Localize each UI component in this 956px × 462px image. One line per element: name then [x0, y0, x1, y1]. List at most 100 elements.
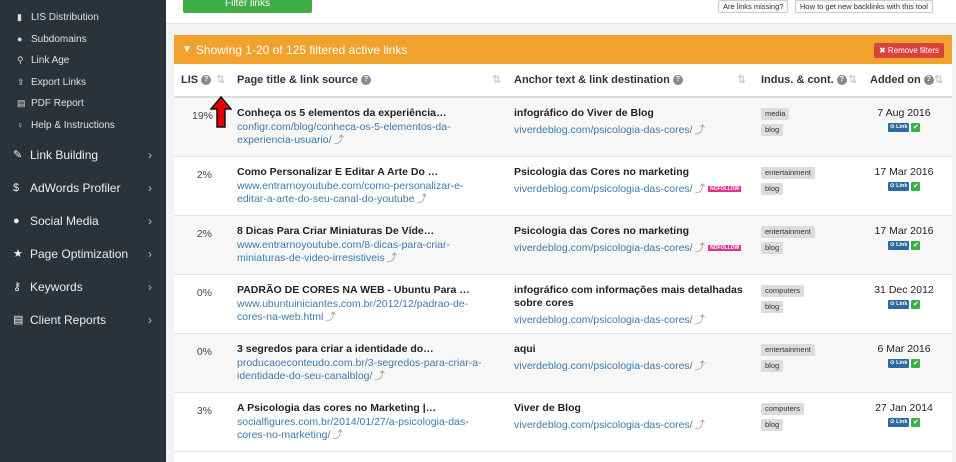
external-link-icon[interactable]: ⤴	[695, 242, 706, 254]
chevron-right-icon: ›	[148, 147, 152, 162]
link-badge: ⊙ Link	[888, 241, 910, 250]
sidebar-item-label: Client Reports	[30, 312, 107, 327]
industry-tags: entertainment blog	[761, 343, 841, 375]
column-anchor[interactable]: Anchor text & link destination?	[514, 74, 683, 86]
column-added[interactable]: Added on?	[870, 74, 934, 86]
sidebar-item-label: AdWords Profiler	[30, 180, 121, 195]
link-destination-url[interactable]: viverdeblog.com/psicologia-das-cores/	[514, 124, 693, 136]
sidebar-item-export-links[interactable]: ⇪ Export Links	[0, 72, 166, 94]
column-label: LIS	[181, 74, 199, 86]
page-title[interactable]: Como Personalizar E Editar A Arte Do …	[237, 166, 487, 178]
sidebar-item-adwords-profiler[interactable]: $ AdWords Profiler ›	[0, 171, 166, 204]
column-industry[interactable]: Indus. & cont.?	[761, 74, 847, 86]
link-source-url[interactable]: socialfigures.com.br/2014/01/27/a-psicol…	[237, 416, 469, 441]
external-link-icon[interactable]: ⤴	[387, 252, 398, 264]
lightbulb-icon: ♀	[17, 120, 24, 131]
link-source-url[interactable]: www.entrarnoyoutube.com/como-personaliza…	[237, 180, 463, 205]
external-link-icon[interactable]: ⤴	[334, 134, 345, 146]
sort-icon[interactable]: ⇅	[216, 73, 225, 86]
page-title[interactable]: PADRÃO DE CORES NA WEB - Ubuntu Para …	[237, 284, 487, 296]
results-count-text: Showing 1-20 of 125 filtered active link…	[195, 42, 408, 57]
sort-icon[interactable]: ⇅	[492, 73, 501, 86]
external-link-icon[interactable]: ⤴	[695, 360, 706, 372]
sidebar-item-help[interactable]: ♀ Help & Instructions	[0, 115, 166, 137]
column-lis[interactable]: LIS?	[181, 74, 212, 86]
sidebar-item-page-optimization[interactable]: ★ Page Optimization ›	[0, 237, 166, 270]
sidebar-item-link-age[interactable]: ⚲ Link Age	[0, 50, 166, 72]
content-tag: blog	[761, 124, 784, 136]
link-destination[interactable]: viverdeblog.com/psicologia-das-cores/⤴	[514, 417, 705, 432]
status-badges: ⊙ Link ✔	[888, 359, 921, 368]
status-badges: ⊙ Link ✔	[888, 123, 921, 132]
help-icon[interactable]: ?	[836, 75, 847, 85]
red-arrow-annotation	[210, 96, 232, 128]
sidebar-item-label: Export Links	[31, 76, 87, 88]
sidebar-item-link-building[interactable]: ✎ Link Building ›	[0, 138, 166, 171]
link-destination[interactable]: viverdeblog.com/psicologia-das-cores/⤴ NO…	[514, 181, 742, 196]
link-destination[interactable]: viverdeblog.com/psicologia-das-cores/⤴ NO…	[514, 240, 742, 255]
link-destination-url[interactable]: viverdeblog.com/psicologia-das-cores/	[514, 314, 693, 326]
sidebar-item-client-reports[interactable]: ▤ Client Reports ›	[0, 303, 166, 336]
sidebar-item-label: Help & Instructions	[31, 119, 115, 131]
sort-icon[interactable]: ⇅	[934, 73, 943, 86]
links-missing-button[interactable]: Are links missing?	[718, 0, 789, 13]
remove-filters-button[interactable]: ✖ Remove filters	[873, 43, 944, 58]
help-icon[interactable]: ?	[672, 75, 683, 85]
filter-links-button[interactable]: Filter links	[183, 0, 312, 13]
sidebar-item-lis-distribution[interactable]: ▮ LIS Distribution	[0, 7, 166, 29]
links-panel: ▼ Showing 1-20 of 125 filtered active li…	[174, 35, 952, 462]
sidebar-item-keywords[interactable]: ⚷ Keywords ›	[0, 270, 166, 303]
check-icon: ✔	[911, 359, 921, 368]
help-icon[interactable]: ?	[361, 75, 372, 85]
link-destination-url[interactable]: viverdeblog.com/psicologia-das-cores/	[514, 183, 693, 195]
link-source[interactable]: www.entrarnoyoutube.com/8-dicas-para-cri…	[237, 239, 487, 265]
external-link-icon[interactable]: ⤴	[695, 183, 706, 195]
column-title[interactable]: Page title & link source?	[237, 74, 372, 86]
page-title[interactable]: 8 Dicas Para Criar Miniaturas De Víde…	[237, 225, 487, 237]
link-source-url[interactable]: www.ubuntuiniciantes.com.br/2012/12/padr…	[237, 298, 468, 323]
link-destination-url[interactable]: viverdeblog.com/psicologia-das-cores/	[514, 242, 693, 254]
sidebar: ▮ LIS Distribution ● Subdomains ⚲ Link A…	[0, 0, 166, 462]
link-source[interactable]: www.ubuntuiniciantes.com.br/2012/12/padr…	[237, 298, 487, 324]
link-destination[interactable]: viverdeblog.com/psicologia-das-cores/⤴	[514, 122, 705, 137]
external-link-icon[interactable]: ⤴	[374, 370, 385, 382]
column-label: Anchor text & link destination	[514, 74, 670, 86]
link-destination[interactable]: viverdeblog.com/psicologia-das-cores/⤴	[514, 312, 705, 327]
link-destination-url[interactable]: viverdeblog.com/psicologia-das-cores/	[514, 419, 693, 431]
link-source[interactable]: configr.com/blog/conheca-os-5-elementos-…	[237, 121, 487, 147]
external-link-icon[interactable]: ⤴	[695, 419, 706, 431]
sidebar-item-social-media[interactable]: ● Social Media ›	[0, 204, 166, 237]
link-source[interactable]: socialfigures.com.br/2014/01/27/a-psicol…	[237, 416, 487, 442]
key-icon: ⚷	[13, 281, 22, 293]
page-title[interactable]: 3 segredos para criar a identidade do…	[237, 343, 487, 355]
link-destination[interactable]: viverdeblog.com/psicologia-das-cores/⤴	[514, 358, 705, 373]
howto-backlinks-button[interactable]: How to get new backlinks with this tool	[795, 0, 933, 13]
external-link-icon[interactable]: ⤴	[416, 193, 427, 205]
check-icon: ✔	[911, 418, 921, 427]
sidebar-submenu: ▮ LIS Distribution ● Subdomains ⚲ Link A…	[0, 7, 166, 136]
external-link-icon[interactable]: ⤴	[695, 314, 706, 326]
link-source-url[interactable]: producaoeconteudo.com.br/3-segredos-para…	[237, 357, 482, 382]
link-source-url[interactable]: www.entrarnoyoutube.com/8-dicas-para-cri…	[237, 239, 450, 264]
sidebar-item-subdomains[interactable]: ● Subdomains	[0, 29, 166, 51]
link-source[interactable]: www.entrarnoyoutube.com/como-personaliza…	[237, 180, 487, 206]
sort-icon[interactable]: ⇅	[737, 73, 746, 86]
help-icon[interactable]: ?	[201, 75, 212, 85]
page-title[interactable]: Conheça os 5 elementos da experiência…	[237, 107, 487, 119]
page-title[interactable]: A Psicologia das cores no Marketing |…	[237, 402, 487, 414]
added-date: 7 Aug 2016	[877, 107, 931, 119]
content-tag: blog	[761, 419, 784, 431]
sort-icon[interactable]: ⇅	[848, 73, 857, 86]
pdf-icon: ▤	[17, 98, 26, 109]
help-icon[interactable]: ?	[923, 75, 934, 85]
external-link-icon[interactable]: ⤴	[332, 429, 343, 441]
sidebar-item-label: Page Optimization	[30, 246, 129, 261]
link-source[interactable]: producaoeconteudo.com.br/3-segredos-para…	[237, 357, 487, 383]
external-link-icon[interactable]: ⤴	[695, 124, 706, 136]
lis-value: 2%	[196, 228, 212, 240]
external-link-icon[interactable]: ⤴	[325, 311, 336, 323]
link-icon: ⚲	[17, 55, 24, 66]
anchor-text: infográfico do Viver de Blog	[514, 107, 654, 119]
link-destination-url[interactable]: viverdeblog.com/psicologia-das-cores/	[514, 360, 693, 372]
sidebar-item-pdf-report[interactable]: ▤ PDF Report	[0, 93, 166, 115]
